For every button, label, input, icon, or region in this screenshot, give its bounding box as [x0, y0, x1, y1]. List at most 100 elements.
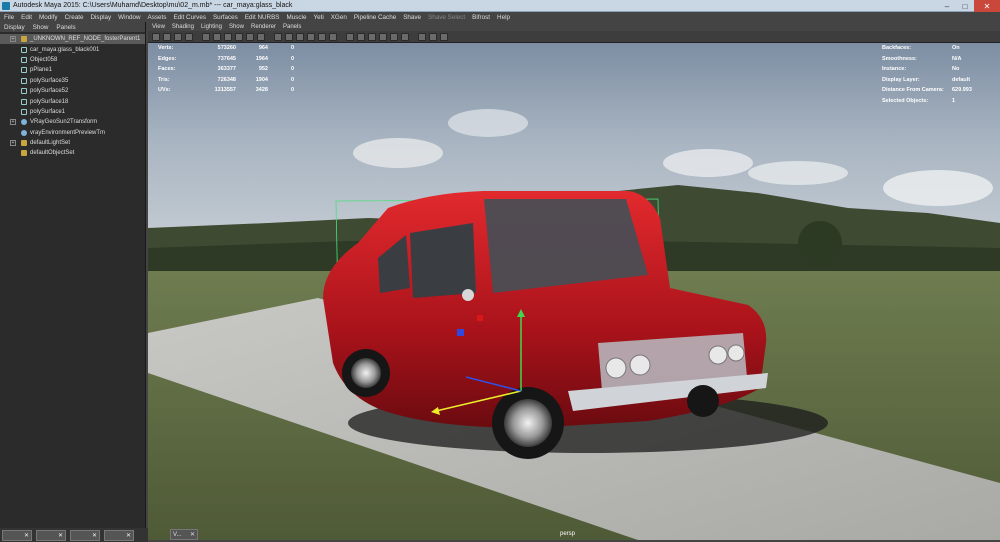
outliner-item[interactable]: vrayEnvironmentPreviewTm	[0, 128, 145, 138]
multisample-icon[interactable]	[390, 32, 398, 41]
camera-attributes-icon[interactable]	[163, 32, 171, 41]
hud-value: 0	[290, 45, 294, 51]
ambient-occlusion-icon[interactable]	[368, 32, 376, 41]
use-lights-icon[interactable]	[318, 32, 326, 41]
outliner-item-label: VRayGeoSun2Transform	[30, 119, 98, 126]
menu-yeti[interactable]: Yeti	[313, 14, 323, 21]
textured-icon[interactable]	[307, 32, 315, 41]
outliner-menu-show[interactable]: Show	[33, 24, 49, 31]
menu-shave-select[interactable]: Shave Select	[428, 14, 465, 21]
minimized-window-label: V...	[173, 531, 182, 538]
menu-pipeline-cache[interactable]: Pipeline Cache	[354, 14, 396, 21]
gate-mask-icon[interactable]	[235, 32, 243, 41]
menu-window[interactable]: Window	[118, 14, 140, 21]
hud-value: 737645	[217, 55, 236, 62]
menu-create[interactable]: Create	[65, 14, 84, 21]
outliner-item[interactable]: + defaultLightSet	[0, 138, 145, 148]
wireframe-icon[interactable]	[274, 32, 282, 41]
menu-edit[interactable]: Edit	[21, 14, 32, 21]
maya-app-icon	[2, 1, 10, 10]
close-icon[interactable]: ✕	[58, 532, 63, 539]
expand-toggle[interactable]: +	[10, 119, 16, 126]
select-camera-icon[interactable]	[152, 32, 160, 41]
mesh-icon	[21, 108, 27, 115]
field-chart-icon[interactable]	[246, 32, 254, 41]
minimized-window[interactable]: ✕	[104, 529, 134, 541]
menu-modify[interactable]: Modify	[39, 14, 58, 21]
bookmark-icon[interactable]	[174, 32, 182, 41]
menu-file[interactable]: File	[4, 14, 14, 21]
vp-menu-renderer[interactable]: Renderer	[251, 24, 276, 30]
vp-menu-shading[interactable]: Shading	[172, 24, 194, 30]
hud-toggle-icon[interactable]	[429, 32, 437, 41]
hud-value: 0	[290, 66, 294, 72]
menu-assets[interactable]: Assets	[148, 14, 167, 21]
outliner-menu-display[interactable]: Display	[4, 24, 25, 31]
menu-display[interactable]: Display	[90, 14, 111, 21]
menu-muscle[interactable]: Muscle	[287, 14, 307, 21]
vp-menu-lighting[interactable]: Lighting	[201, 24, 222, 30]
minimized-viewport-window[interactable]: V... ✕	[170, 529, 198, 540]
wireframe-on-shaded-icon[interactable]	[296, 32, 304, 41]
menu-edit-nurbs[interactable]: Edit NURBS	[245, 14, 280, 21]
vp-menu-panels[interactable]: Panels	[283, 24, 301, 30]
isolate-select-icon[interactable]	[418, 32, 426, 41]
window-controls: – □ ✕	[938, 0, 1000, 12]
hud-value: 0	[290, 55, 294, 62]
outliner-item[interactable]: polySurface35	[0, 76, 145, 86]
depth-of-field-icon[interactable]	[401, 32, 409, 41]
outliner-item[interactable]: polySurface18	[0, 96, 145, 106]
menu-surfaces[interactable]: Surfaces	[213, 14, 238, 21]
hud-label: Faces:	[158, 66, 176, 72]
outliner-item[interactable]: + _UNKNOWN_REF_NODE_fosterParent1	[0, 34, 145, 45]
safe-action-icon[interactable]	[257, 32, 265, 41]
menu-xgen[interactable]: XGen	[331, 14, 347, 21]
outliner-list: + _UNKNOWN_REF_NODE_fosterParent1 car_ma…	[0, 32, 145, 159]
outliner-menu-panels[interactable]: Panels	[56, 24, 75, 31]
3d-viewport[interactable]: Verts: 573260 964 0 Edges: 737645 1964 0…	[148, 43, 1000, 540]
xray-icon[interactable]	[346, 32, 354, 41]
manipulator-handle[interactable]	[477, 315, 483, 321]
close-icon[interactable]: ✕	[24, 532, 29, 539]
close-icon[interactable]: ✕	[126, 532, 131, 539]
image-plane-icon[interactable]	[185, 32, 193, 41]
viewport-panel: View Shading Lighting Show Renderer Pane…	[148, 22, 1000, 540]
vp-menu-view[interactable]: View	[152, 24, 165, 30]
viewport-2-icon[interactable]	[440, 32, 448, 41]
close-icon[interactable]: ✕	[190, 531, 195, 538]
headlight	[727, 344, 745, 362]
resolution-gate-icon[interactable]	[224, 32, 232, 41]
expand-toggle[interactable]: +	[10, 36, 16, 43]
minimized-window[interactable]: ✕	[70, 529, 100, 541]
smooth-shade-icon[interactable]	[285, 32, 293, 41]
vp-menu-show[interactable]: Show	[229, 24, 244, 30]
film-gate-icon[interactable]	[213, 32, 221, 41]
close-icon[interactable]: ✕	[92, 532, 97, 539]
menu-shave[interactable]: Shave	[403, 14, 421, 21]
minimize-button[interactable]: –	[938, 0, 956, 12]
outliner-item[interactable]: polySurface1	[0, 107, 145, 117]
shadows-icon[interactable]	[329, 32, 337, 41]
motion-blur-icon[interactable]	[379, 32, 387, 41]
outliner-item[interactable]: car_maya:glass_black001	[0, 44, 145, 54]
maximize-button[interactable]: □	[956, 0, 974, 12]
hud-value: 1964	[255, 55, 268, 62]
hud-row: Verts: 573260 964 0	[158, 45, 294, 56]
xray-joints-icon[interactable]	[357, 32, 365, 41]
outliner-item-label: defaultLightSet	[30, 140, 71, 147]
menu-bifrost[interactable]: Bifrost	[472, 14, 490, 21]
menu-edit-curves[interactable]: Edit Curves	[173, 14, 206, 21]
hud-value: 964	[258, 45, 268, 51]
grid-icon[interactable]	[202, 32, 210, 41]
minimized-window[interactable]: ✕	[2, 529, 32, 541]
outliner-item[interactable]: pPlane1	[0, 65, 145, 75]
outliner-item[interactable]: defaultObjectSet	[0, 148, 145, 158]
outliner-item[interactable]: polySurface52	[0, 86, 145, 96]
outliner-item[interactable]: + VRayGeoSun2Transform	[0, 117, 145, 127]
minimized-window[interactable]: ✕	[36, 529, 66, 541]
outliner-item[interactable]: Object058	[0, 55, 145, 65]
close-button[interactable]: ✕	[974, 0, 1000, 12]
expand-toggle[interactable]: +	[10, 140, 16, 147]
menu-help[interactable]: Help	[497, 14, 510, 21]
hud-row: Smoothness: N/A	[882, 56, 992, 67]
